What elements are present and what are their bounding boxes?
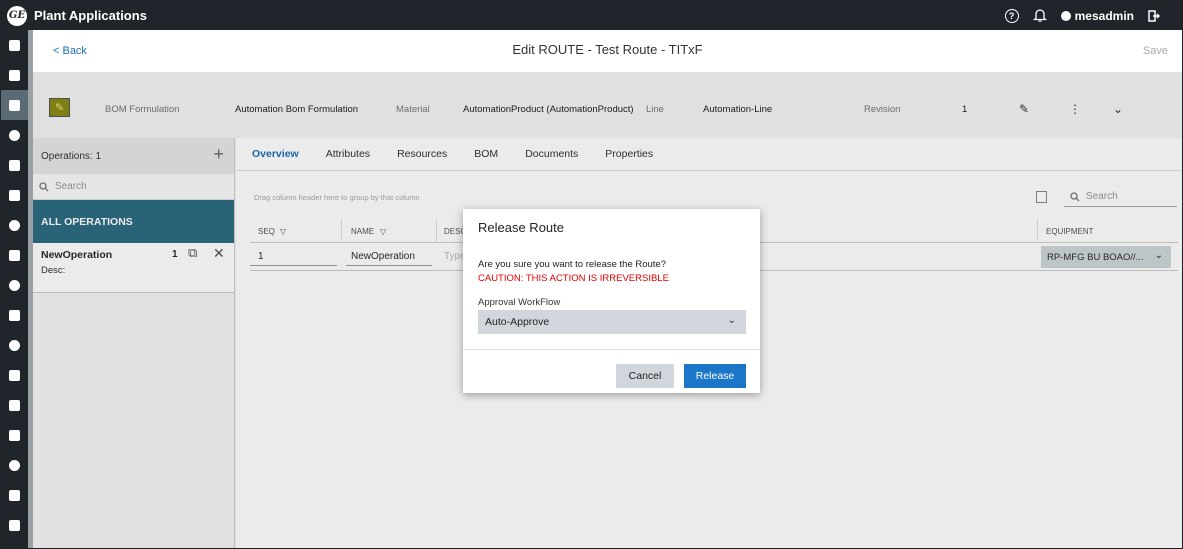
help-icon[interactable]: ?: [1004, 8, 1019, 23]
approval-workflow-value: Auto-Approve: [485, 316, 550, 328]
icon-rail: [1, 30, 28, 548]
topbar-actions: ? mesadmin: [1004, 1, 1160, 30]
rail-route-icon[interactable]: [1, 90, 28, 120]
rail-edit-icon[interactable]: [1, 300, 28, 330]
user-icon: [1060, 10, 1071, 21]
rail-trash-icon[interactable]: [1, 510, 28, 540]
user-name: mesadmin: [1074, 8, 1134, 23]
dialog-title: Release Route: [478, 220, 564, 235]
rail-chart-icon[interactable]: [1, 420, 28, 450]
chevron-down-icon: ⌄: [727, 315, 736, 326]
rail-download-icon[interactable]: [1, 330, 28, 360]
release-route-dialog: Release Route Are you sure you want to r…: [463, 209, 760, 393]
rail-sliders-icon[interactable]: [1, 480, 28, 510]
dialog-question: Are you sure you want to release the Rou…: [478, 259, 667, 270]
rail-clock-icon[interactable]: [1, 210, 28, 240]
bell-icon[interactable]: [1032, 8, 1047, 23]
rail-pause-icon[interactable]: [1, 120, 28, 150]
top-bar: GE Plant Applications ? mesadmin: [1, 1, 1182, 30]
user-menu[interactable]: mesadmin: [1060, 8, 1134, 23]
approval-workflow-label: Approval WorkFlow: [478, 297, 561, 308]
rail-checklist-icon[interactable]: [1, 180, 28, 210]
dialog-divider: [463, 349, 760, 350]
release-button[interactable]: Release: [684, 364, 746, 388]
app-title: Plant Applications: [34, 8, 147, 23]
cancel-button[interactable]: Cancel: [616, 364, 674, 388]
rail-document-icon[interactable]: [1, 390, 28, 420]
logout-icon[interactable]: [1148, 9, 1160, 22]
dialog-caution: CAUTION: THIS ACTION IS IRREVERSIBLE: [478, 273, 669, 284]
save-button[interactable]: Save: [1143, 45, 1168, 57]
page-header: < Back Edit ROUTE - Test Route - TITxF S…: [33, 30, 1182, 73]
rail-menu-icon[interactable]: [1, 30, 28, 60]
rail-gears-icon[interactable]: [1, 270, 28, 300]
page-title: Edit ROUTE - Test Route - TITxF: [512, 42, 703, 57]
rail-settings-icon[interactable]: [1, 450, 28, 480]
app-frame: GE Plant Applications ? mesadmin < Back …: [0, 0, 1183, 549]
rail-list-icon[interactable]: [1, 240, 28, 270]
ge-logo: GE: [7, 5, 27, 26]
rail-factory-icon[interactable]: [1, 360, 28, 390]
approval-workflow-select[interactable]: Auto-Approve ⌄: [478, 310, 746, 334]
rail-worker-icon[interactable]: [1, 150, 28, 180]
rail-wrench-icon[interactable]: [1, 60, 28, 90]
